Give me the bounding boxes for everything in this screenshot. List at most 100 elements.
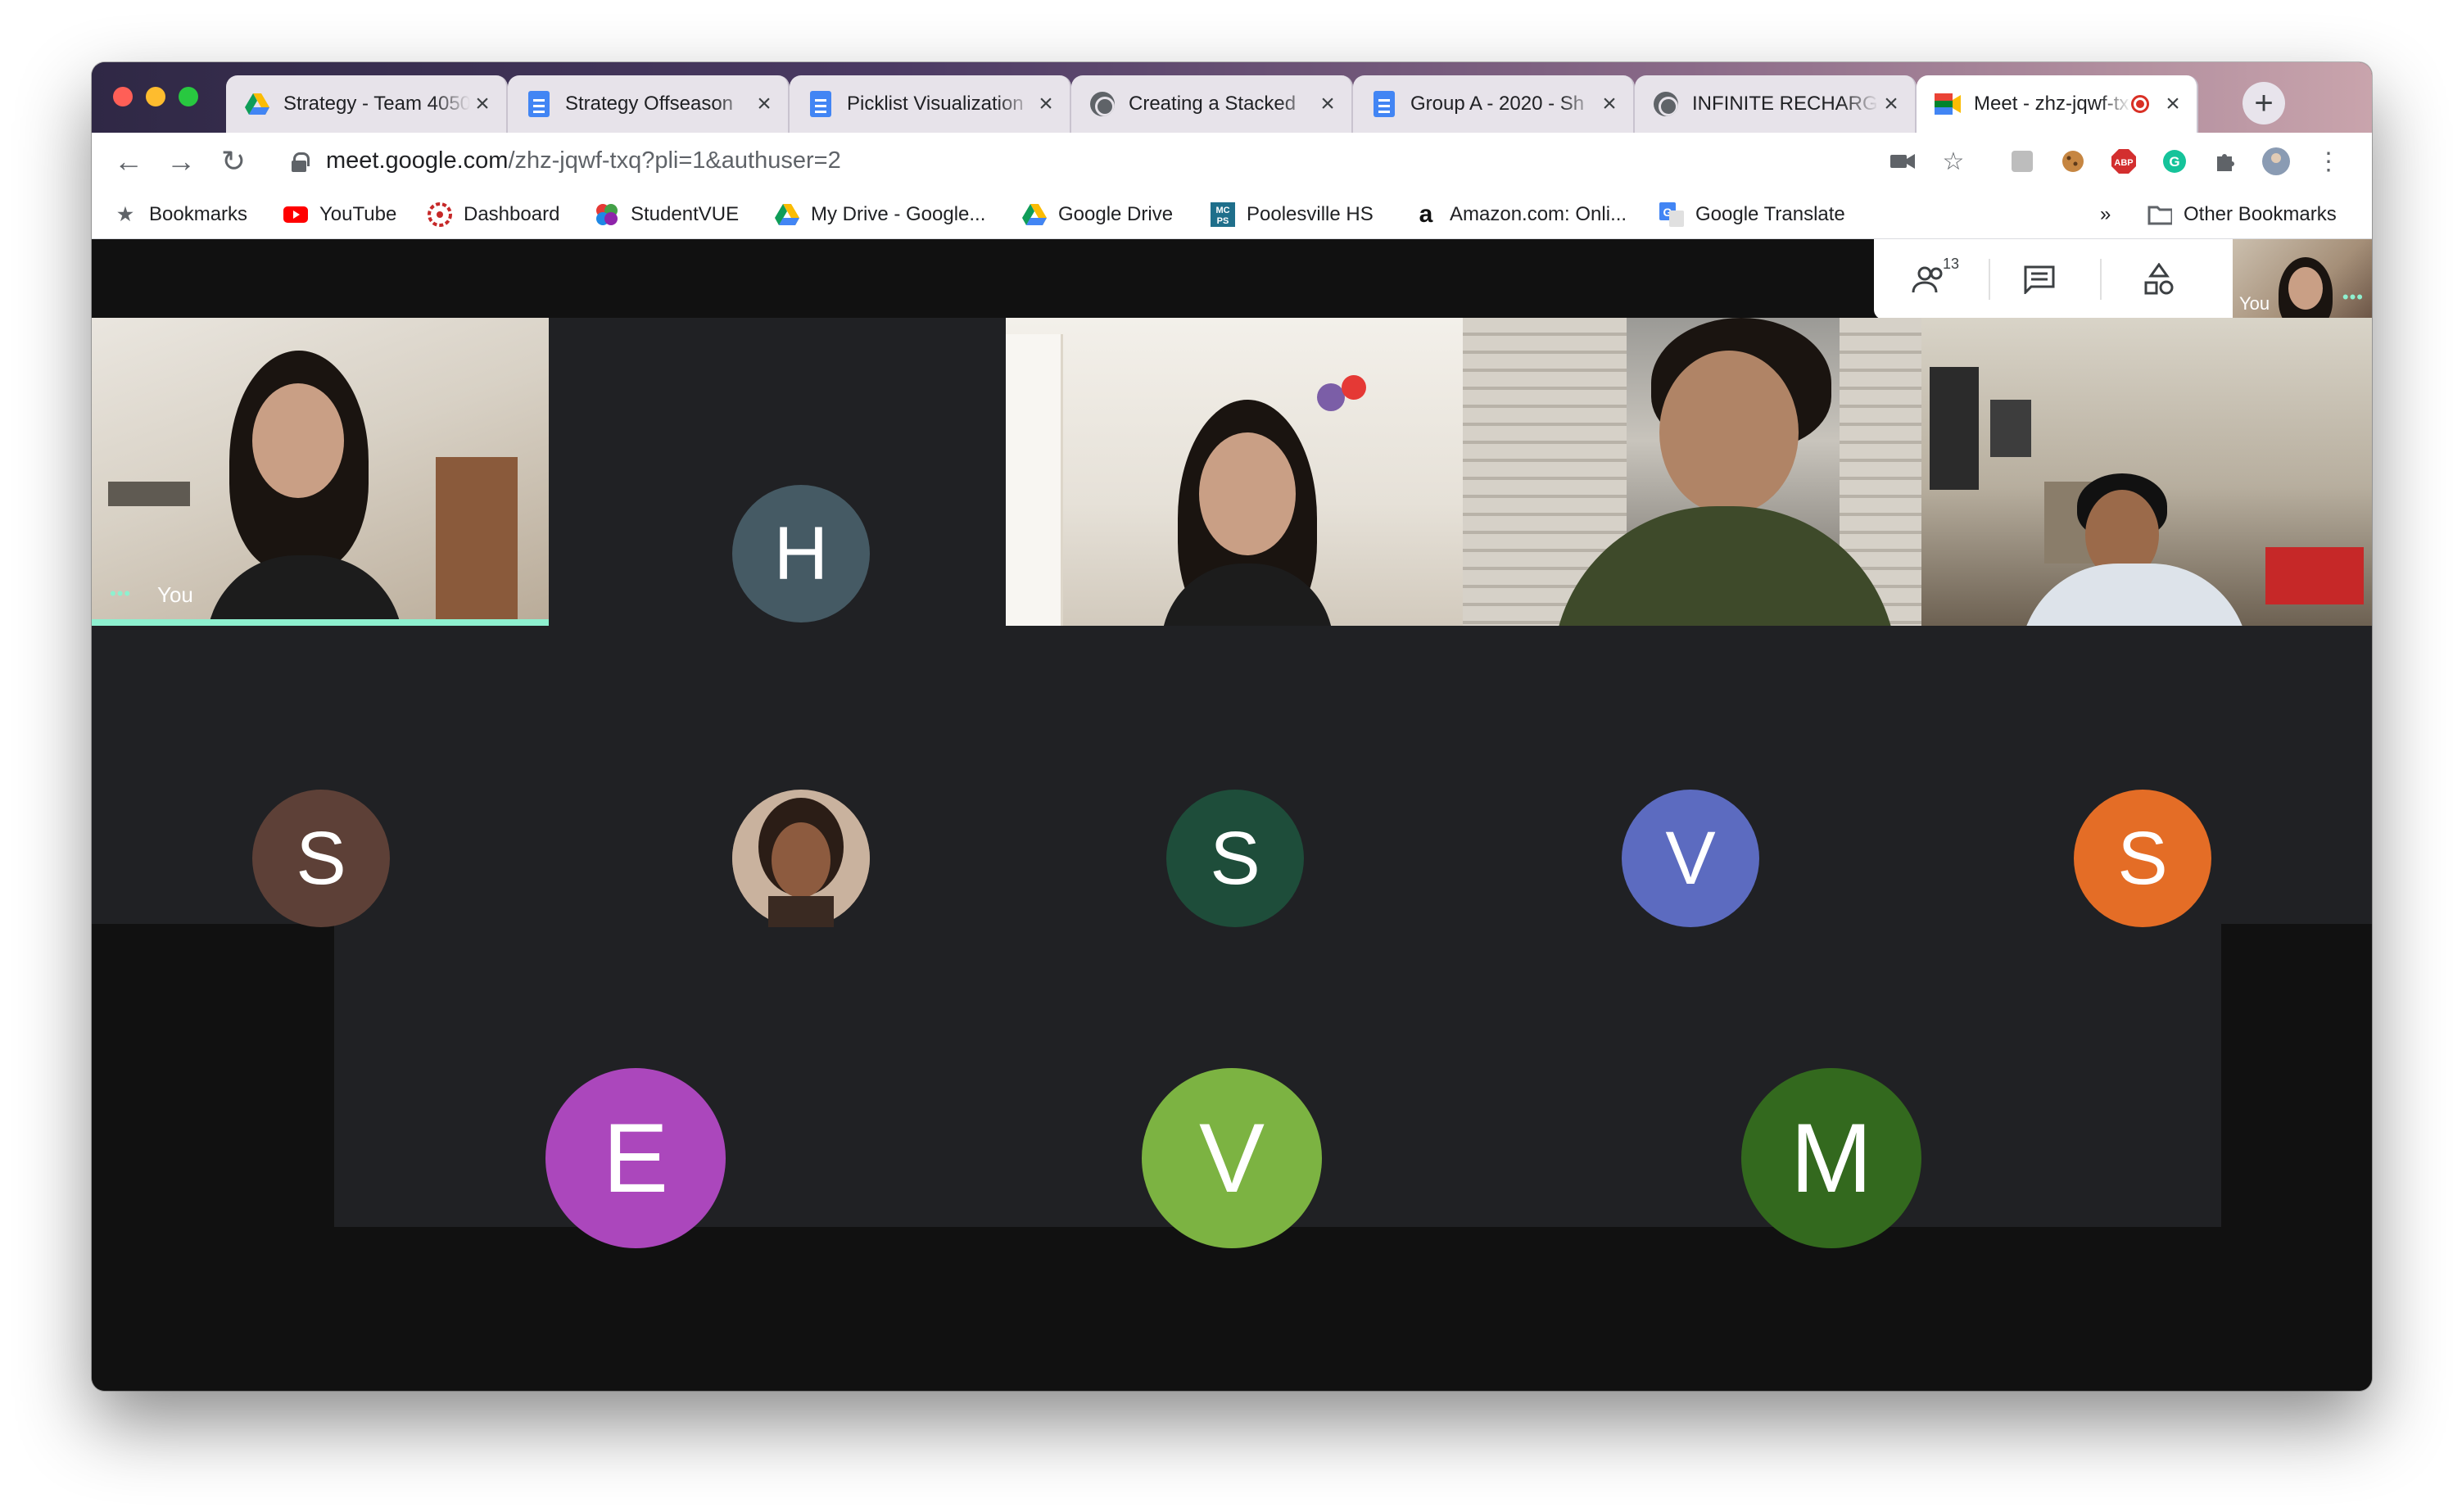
bookmarks-overflow-button[interactable]: » <box>2100 200 2111 229</box>
svg-text:PS: PS <box>1217 216 1229 226</box>
participants-button[interactable]: 13 <box>1905 256 1959 300</box>
close-tab-icon[interactable]: × <box>752 90 776 117</box>
profile-avatar[interactable] <box>2261 146 2292 177</box>
bookmark-google-translate[interactable]: G Google Translate <box>1659 200 1845 229</box>
dashboard-icon <box>428 202 452 227</box>
adblock-icon[interactable]: ABP <box>2108 146 2139 177</box>
participant-avatar-s[interactable]: S <box>1166 790 1304 927</box>
video-tile-participant-1[interactable] <box>1006 318 1463 626</box>
participant-name-label: You <box>157 582 193 607</box>
participant-avatar-m[interactable]: M <box>1741 1068 1921 1248</box>
profile-photo <box>732 790 870 927</box>
google-translate-icon: G <box>1659 202 1684 227</box>
bookmark-poolesville[interactable]: MC PS Poolesville HS <box>1211 200 1374 229</box>
speaking-indicator <box>92 619 549 626</box>
reload-icon[interactable]: ↻ <box>216 144 251 179</box>
participant-avatar-photo[interactable] <box>732 790 870 927</box>
close-tab-icon[interactable]: × <box>1597 90 1622 117</box>
tab-title: Strategy - Team 4050 <box>283 93 470 115</box>
grammarly-icon[interactable]: G <box>2159 146 2190 177</box>
tab-creating-stacked[interactable]: Creating a Stacked × <box>1071 75 1353 133</box>
participant-avatar-e[interactable]: E <box>545 1068 726 1248</box>
new-tab-button[interactable]: + <box>2243 82 2285 124</box>
svg-text:G: G <box>2169 154 2179 170</box>
participant-avatar-v[interactable]: V <box>1622 790 1759 927</box>
tab-picklist-visualization[interactable]: Picklist Visualization × <box>790 75 1071 133</box>
tab-meet[interactable]: Meet - zhz-jqwf-txq × <box>1917 75 2198 133</box>
back-icon[interactable]: ← <box>111 144 146 179</box>
tab-infinite-recharge[interactable]: INFINITE RECHARGE × <box>1635 75 1917 133</box>
cookie-icon[interactable] <box>2057 146 2089 177</box>
google-docs-icon <box>1371 91 1397 117</box>
bookshelf <box>436 457 518 621</box>
bookmarks-bar: ★ Bookmarks YouTube Dashboard StudentVUE <box>92 190 2372 239</box>
puzzle-icon[interactable] <box>2210 146 2241 177</box>
picture-frame <box>108 482 190 506</box>
participant-avatar-h[interactable]: H <box>732 485 870 622</box>
participant-count: 13 <box>1942 256 1959 272</box>
google-meet-icon <box>1935 91 1961 117</box>
tab-strategy-team[interactable]: Strategy - Team 4050 × <box>226 75 508 133</box>
tab-title: Picklist Visualization <box>847 93 1024 115</box>
google-drive-icon <box>244 91 270 117</box>
bookmark-studentvue[interactable]: StudentVUE <box>595 200 739 229</box>
forward-icon[interactable]: → <box>164 144 198 179</box>
bookmark-label: My Drive - Google... <box>811 203 986 225</box>
address-toolbar: ← → ↻ meet.google.com/zhz-jqwf-txq?pli=1… <box>92 133 2372 190</box>
bookmark-google-drive[interactable]: Google Drive <box>1022 200 1173 229</box>
camera-icon[interactable] <box>1887 146 1918 177</box>
google-docs-icon <box>808 91 834 117</box>
menu-icon[interactable]: ⋮ <box>2313 146 2344 177</box>
video-tile-self[interactable]: ••• You <box>92 318 549 626</box>
video-tile-participant-2[interactable] <box>1463 318 1921 626</box>
tab-title: Group A - 2020 - Sh <box>1410 93 1585 115</box>
close-tab-icon[interactable]: × <box>1034 90 1058 117</box>
bookmark-other-bookmarks[interactable]: Other Bookmarks <box>2147 200 2337 229</box>
svg-text:MC: MC <box>1215 206 1229 215</box>
close-window-button[interactable] <box>113 87 133 106</box>
wall-poster <box>1930 367 1979 490</box>
participant-avatar-s[interactable]: S <box>252 790 390 927</box>
close-tab-icon[interactable]: × <box>2161 90 2185 117</box>
close-tab-icon[interactable]: × <box>1315 90 1340 117</box>
url-field[interactable]: meet.google.com/zhz-jqwf-txq?pli=1&authu… <box>326 147 841 174</box>
google-docs-icon <box>526 91 552 117</box>
youtube-icon <box>283 202 308 227</box>
bookmark-my-drive[interactable]: My Drive - Google... <box>775 200 985 229</box>
audio-indicator-icon: ••• <box>2342 287 2364 307</box>
self-view-label: You <box>2239 293 2270 314</box>
bookmark-amazon[interactable]: a Amazon.com: Onli... <box>1414 200 1627 229</box>
tab-title: INFINITE RECHARGE <box>1692 93 1879 115</box>
participant-avatar-v[interactable]: V <box>1142 1068 1322 1248</box>
video-tile-participant-3[interactable] <box>1921 318 2372 626</box>
close-tab-icon[interactable]: × <box>470 90 495 117</box>
chat-icon <box>2024 265 2055 294</box>
star-icon: ★ <box>117 204 134 224</box>
close-tab-icon[interactable]: × <box>1879 90 1903 117</box>
tab-group-a[interactable]: Group A - 2020 - Sh × <box>1353 75 1635 133</box>
folder-icon <box>2147 202 2172 227</box>
minimize-window-button[interactable] <box>146 87 165 106</box>
bookmark-label: Google Drive <box>1058 203 1174 225</box>
bookmark-youtube[interactable]: YouTube <box>283 200 396 229</box>
extension-icon[interactable] <box>2007 146 2038 177</box>
participant-avatar-s[interactable]: S <box>2074 790 2211 927</box>
bookmark-dashboard[interactable]: Dashboard <box>428 200 559 229</box>
bookmark-label: Poolesville HS <box>1247 203 1374 225</box>
activities-button[interactable] <box>2134 259 2184 300</box>
bookmark-bookmarks[interactable]: ★ Bookmarks <box>113 200 247 229</box>
url-path: /zhz-jqwf-txq?pli=1&authuser=2 <box>508 147 841 174</box>
studentvue-icon <box>595 202 619 227</box>
tab-strategy-offseason[interactable]: Strategy Offseason × <box>508 75 790 133</box>
url-domain: meet.google.com <box>326 147 509 174</box>
tab-title: Meet - zhz-jqwf-txq <box>1974 93 2131 115</box>
bookmark-label: Amazon.com: Onli... <box>1450 203 1627 225</box>
amazon-icon: a <box>1419 201 1433 228</box>
fullscreen-window-button[interactable] <box>179 87 198 106</box>
bookmark-label: Bookmarks <box>149 203 248 225</box>
globe-icon <box>1653 91 1679 117</box>
chat-button[interactable] <box>2015 259 2064 300</box>
self-view-thumbnail[interactable]: You ••• <box>2233 239 2372 319</box>
tab-strip: Strategy - Team 4050 × Strategy Offseaso… <box>92 62 2372 133</box>
star-icon[interactable]: ☆ <box>1938 146 1969 177</box>
